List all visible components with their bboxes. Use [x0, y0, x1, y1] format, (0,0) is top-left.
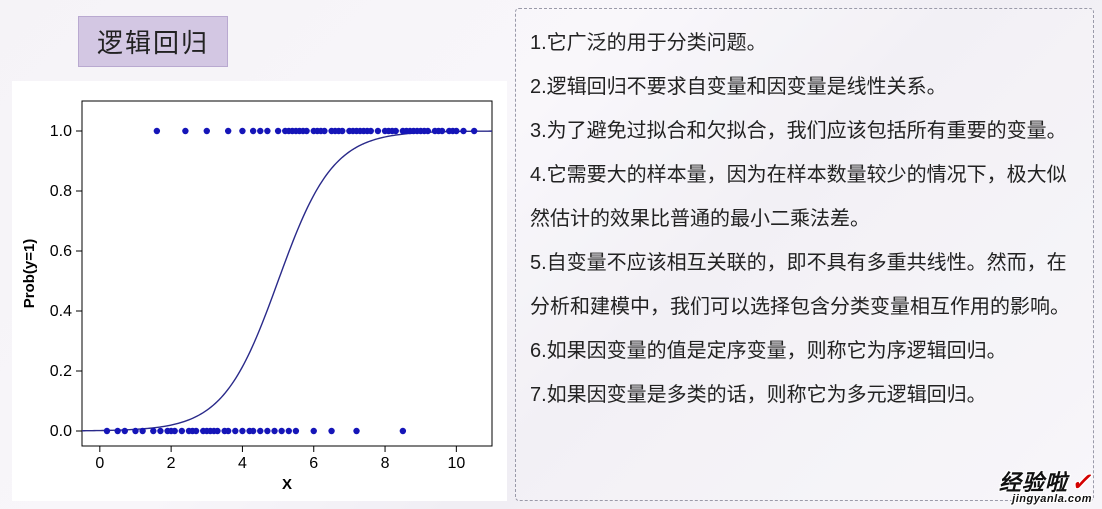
note-item: 2.逻辑回归不要求自变量和因变量是线性关系。 [530, 76, 947, 98]
logistic-chart: 0 2 4 6 8 10 0.0 0.2 0.4 0.6 0.8 1.0 X Prob(y=1) [12, 81, 507, 501]
page-title: 逻辑回归 [78, 16, 228, 67]
note-item: 4.它需要大的样本量，因为在样本数量较少的情况下，极大似然估计的效果比普通的最小… [530, 164, 1067, 230]
note-item: 1.它广泛的用于分类问题。 [530, 32, 767, 54]
page-root: 逻辑回归 0 2 4 6 8 10 0.0 0.2 0.4 0.6 0.8 1.0 X Prob(y=1)… [0, 0, 1102, 509]
note-item: 6.如果因变量的值是定序变量，则称它为序逻辑回归。 [530, 340, 1007, 362]
svg-text:0.4: 0.4 [50, 303, 72, 320]
svg-text:Prob(y=1): Prob(y=1) [21, 239, 38, 309]
note-item: 3.为了避免过拟合和欠拟合，我们应该包括所有重要的变量。 [530, 120, 1067, 142]
svg-text:0.6: 0.6 [50, 243, 72, 260]
chart-svg: 0 2 4 6 8 10 0.0 0.2 0.4 0.6 0.8 1.0 X Prob(y=1) [12, 81, 507, 501]
svg-text:X: X [282, 476, 292, 493]
svg-text:0.8: 0.8 [50, 183, 72, 200]
svg-text:1.0: 1.0 [50, 123, 72, 140]
svg-text:4: 4 [238, 455, 247, 472]
left-column: 逻辑回归 0 2 4 6 8 10 0.0 0.2 0.4 0.6 0.8 1.0 X Prob(y=1) [0, 0, 505, 509]
svg-text:0: 0 [95, 455, 104, 472]
notes-panel: 1.它广泛的用于分类问题。 2.逻辑回归不要求自变量和因变量是线性关系。 3.为… [515, 8, 1094, 501]
svg-text:0.0: 0.0 [50, 423, 72, 440]
note-item: 5.自变量不应该相互关联的，即不具有多重共线性。然而，在分析和建模中，我们可以选… [530, 252, 1070, 318]
svg-text:6: 6 [309, 455, 318, 472]
svg-text:8: 8 [381, 455, 390, 472]
svg-text:2: 2 [167, 455, 176, 472]
note-item: 7.如果因变量是多类的话，则称它为多元逻辑回归。 [530, 384, 987, 406]
svg-text:10: 10 [447, 455, 465, 472]
svg-text:0.2: 0.2 [50, 363, 72, 380]
